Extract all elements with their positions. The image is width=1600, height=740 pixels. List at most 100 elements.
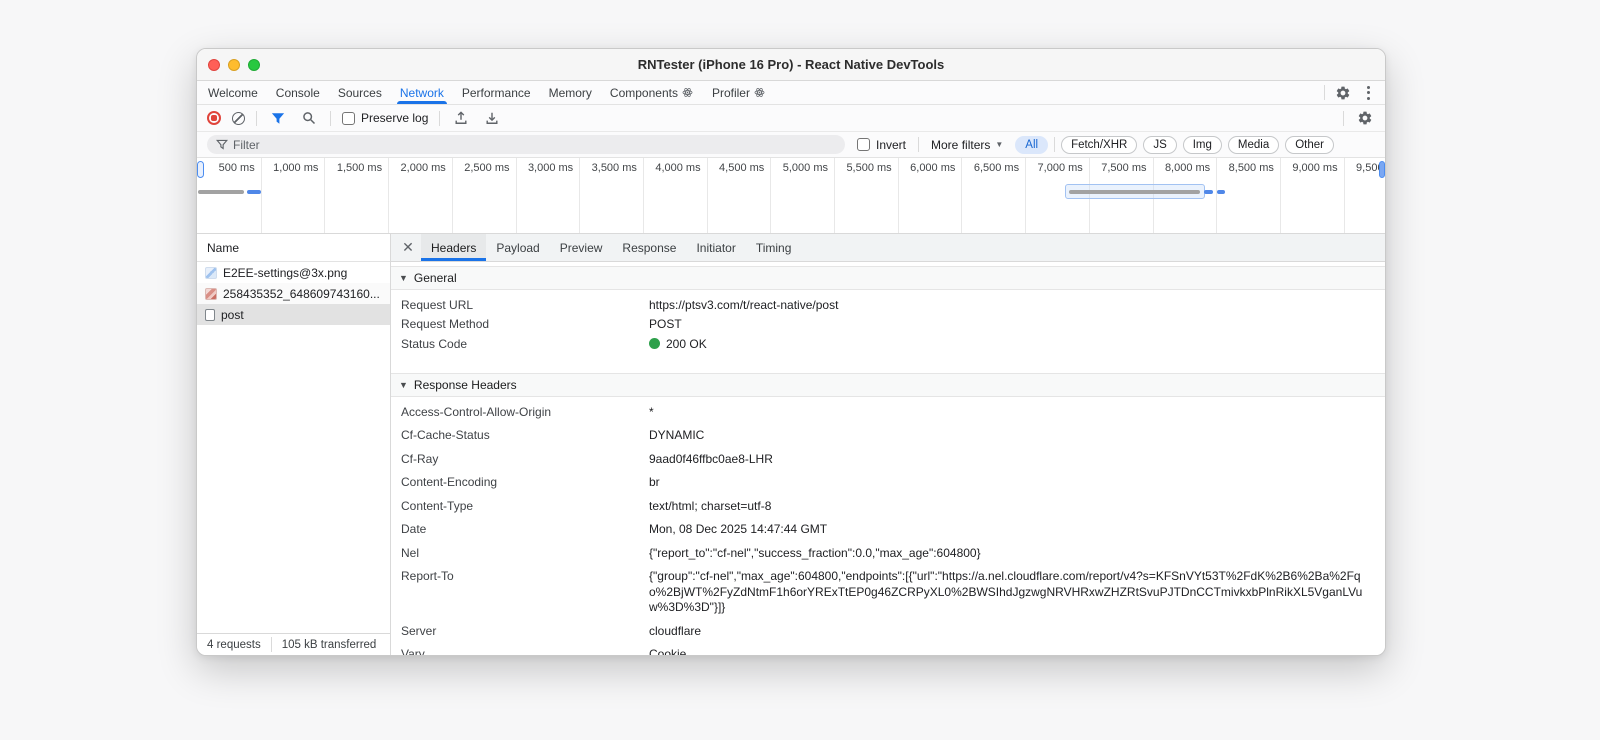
- tab-welcome[interactable]: Welcome: [199, 81, 267, 104]
- separator: [1343, 110, 1344, 126]
- chevron-down-icon: ▼: [995, 140, 1004, 149]
- waterfall-bar: [1204, 190, 1213, 194]
- waterfall-bar: [1069, 190, 1200, 194]
- header-row: Server cloudflare: [401, 623, 702, 638]
- invert-checkbox[interactable]: [857, 138, 870, 151]
- status-code-value: 200 OK: [666, 336, 707, 351]
- header-row: Nel {"report_to":"cf-nel","success_fract…: [401, 545, 981, 560]
- network-overview-timeline[interactable]: 9,500 ms9,000 ms8,500 ms8,000 ms7,500 ms…: [197, 158, 1385, 234]
- traffic-lights: [208, 58, 260, 71]
- header-row: Report-To {"group":"cf-nel","max_age":60…: [401, 569, 1363, 614]
- filter-pill-fetch-xhr[interactable]: Fetch/XHR: [1061, 135, 1138, 154]
- overview-right-grip-handle[interactable]: [1379, 161, 1385, 178]
- minimize-window-button[interactable]: [228, 58, 240, 71]
- request-row[interactable]: 258435352_648609743160...: [197, 283, 390, 304]
- request-details-panel: ✕ Headers Payload Preview Response Initi…: [391, 234, 1385, 655]
- filter-pill-js[interactable]: JS: [1143, 135, 1177, 154]
- invert-filter-toggle[interactable]: Invert: [857, 138, 906, 152]
- separator: [439, 110, 441, 126]
- separator: [256, 110, 257, 126]
- separator: [1324, 85, 1325, 100]
- tab-performance[interactable]: Performance: [453, 81, 540, 104]
- network-filter-bar: Invert More filters ▼ All Fetch/XHR JS I…: [197, 132, 1385, 158]
- tab-console[interactable]: Console: [267, 81, 329, 104]
- clear-network-log-icon[interactable]: [232, 111, 245, 125]
- details-tab-strip: ✕ Headers Payload Preview Response Initi…: [391, 234, 1385, 262]
- timeline-gridline: [260, 158, 262, 233]
- network-toolbar: Preserve log: [197, 105, 1385, 132]
- close-details-icon[interactable]: ✕: [395, 234, 421, 261]
- timeline-gridline: [579, 158, 581, 233]
- details-tab-timing[interactable]: Timing: [746, 234, 802, 261]
- separator: [1054, 137, 1056, 152]
- preserve-log-checkbox[interactable]: [342, 111, 355, 125]
- filter-pill-other[interactable]: Other: [1285, 135, 1334, 154]
- timeline-gridline: [770, 158, 772, 233]
- separator: [270, 637, 272, 652]
- timeline-gridline: [1025, 158, 1027, 233]
- image-thumbnail-icon: [205, 287, 217, 300]
- timeline-gridline: [706, 158, 708, 233]
- filter-pill-all[interactable]: All: [1015, 135, 1049, 154]
- status-ok-dot-icon: [649, 338, 660, 350]
- header-row: Cf-Cache-Status DYNAMIC: [401, 428, 705, 442]
- preserve-log-toggle[interactable]: Preserve log: [342, 111, 428, 125]
- timeline-gridline: [1343, 158, 1345, 233]
- tab-sources[interactable]: Sources: [329, 81, 391, 104]
- timeline-gridline: [451, 158, 453, 233]
- requests-count: 4 requests: [207, 638, 261, 651]
- disclosure-triangle-icon: ▼: [399, 379, 408, 390]
- details-tab-headers[interactable]: Headers: [421, 234, 487, 261]
- more-options-kebab-icon[interactable]: [1361, 85, 1375, 100]
- search-icon[interactable]: [299, 108, 319, 128]
- tab-components[interactable]: Components: [601, 81, 703, 104]
- request-list-panel: Name E2EE-settings@3x.png 258435352_6486…: [197, 234, 391, 655]
- record-network-log-button[interactable]: [207, 111, 221, 125]
- request-row[interactable]: E2EE-settings@3x.png: [197, 262, 390, 283]
- timeline-gridline: [834, 158, 835, 233]
- import-har-icon[interactable]: [451, 108, 471, 128]
- filter-funnel-icon[interactable]: [268, 108, 288, 128]
- timeline-gridline: [642, 158, 644, 233]
- details-tab-initiator[interactable]: Initiator: [686, 234, 745, 261]
- general-section-header[interactable]: ▼ General: [391, 266, 1385, 290]
- header-row: Access-Control-Allow-Origin *: [401, 404, 654, 419]
- devtools-settings-gear-icon[interactable]: [1333, 83, 1353, 103]
- timeline-gridline: [897, 158, 899, 233]
- react-atom-icon: [682, 87, 694, 99]
- timeline-gridline: [961, 158, 963, 233]
- waterfall-bar: [1217, 190, 1225, 194]
- network-settings-gear-icon[interactable]: [1355, 108, 1375, 128]
- header-row: Cf-Ray 9aad0f46ffbc0ae8-LHR: [401, 451, 773, 466]
- request-row-selected[interactable]: post: [197, 304, 390, 325]
- main-tab-bar: Welcome Console Sources Network Performa…: [197, 81, 1385, 105]
- response-headers-section-header[interactable]: ▼ Response Headers: [391, 372, 1385, 397]
- name-column-header[interactable]: Name: [197, 234, 390, 262]
- devtools-window: RNTester (iPhone 16 Pro) - React Native …: [196, 48, 1386, 656]
- export-har-icon[interactable]: [482, 108, 502, 128]
- details-tab-preview[interactable]: Preview: [550, 234, 613, 261]
- header-row: Vary Cookie: [401, 647, 687, 655]
- header-row: Date Mon, 08 Dec 2025 14:47:44 GMT: [401, 522, 828, 536]
- details-tab-response[interactable]: Response: [612, 234, 686, 261]
- more-filters-dropdown[interactable]: More filters ▼: [931, 138, 1003, 152]
- filter-pill-media[interactable]: Media: [1227, 135, 1280, 154]
- separator: [330, 110, 331, 126]
- preserve-log-label: Preserve log: [361, 111, 429, 125]
- overview-left-grip-handle[interactable]: [197, 161, 204, 178]
- zoom-window-button[interactable]: [248, 58, 260, 71]
- tab-profiler[interactable]: Profiler: [703, 81, 775, 104]
- close-window-button[interactable]: [208, 58, 220, 71]
- timeline-gridline: [388, 158, 390, 233]
- timeline-gridline: [324, 158, 326, 233]
- image-thumbnail-icon: [205, 266, 217, 279]
- network-status-bar: 4 requests 105 kB transferred: [197, 633, 390, 655]
- details-tab-payload[interactable]: Payload: [486, 234, 549, 261]
- filter-input[interactable]: [207, 135, 845, 154]
- filter-input-funnel-icon: [216, 139, 228, 150]
- filter-pill-img[interactable]: Img: [1182, 135, 1222, 154]
- timeline-gridline: [1279, 158, 1281, 233]
- tab-network[interactable]: Network: [391, 81, 453, 104]
- tab-memory[interactable]: Memory: [540, 81, 601, 104]
- header-row: Request Method POST: [401, 317, 682, 332]
